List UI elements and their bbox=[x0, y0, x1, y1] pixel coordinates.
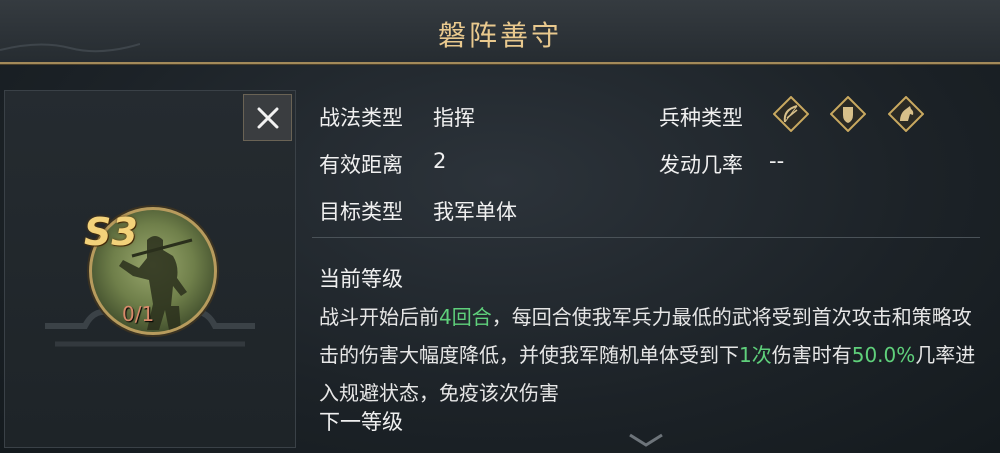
close-button[interactable] bbox=[243, 94, 292, 141]
title-bar: 磐阵善守 bbox=[0, 0, 1000, 64]
close-icon bbox=[257, 107, 278, 128]
tactic-type-label: 战法类型 bbox=[319, 106, 403, 130]
range-label: 有效距离 bbox=[319, 153, 403, 177]
tactic-type-value: 指挥 bbox=[433, 106, 475, 130]
shield-icon[interactable] bbox=[830, 96, 866, 132]
desc-highlight: 4回合 bbox=[439, 305, 492, 329]
desc-text: 战斗开始后前 bbox=[319, 305, 439, 329]
divider bbox=[312, 237, 980, 238]
desc-highlight: 1次 bbox=[739, 343, 772, 367]
range-value: 2 bbox=[433, 149, 447, 173]
target-type-label: 目标类型 bbox=[319, 200, 403, 224]
trigger-rate-value: -- bbox=[769, 149, 785, 173]
desc-highlight: 50.0% bbox=[851, 343, 916, 367]
skill-grade: S3 bbox=[84, 210, 138, 254]
desc-text: 伤害时有 bbox=[771, 343, 852, 367]
bow-icon[interactable] bbox=[773, 96, 809, 132]
skill-level: 0/1 bbox=[122, 302, 155, 326]
horse-icon[interactable] bbox=[888, 96, 924, 132]
trigger-rate-label: 发动几率 bbox=[659, 153, 743, 177]
next-level-label: 下一等级 bbox=[319, 410, 403, 434]
troop-type-label: 兵种类型 bbox=[659, 106, 743, 130]
scroll-down-icon[interactable] bbox=[628, 433, 664, 447]
current-level-label: 当前等级 bbox=[319, 267, 403, 291]
current-level-description: 战斗开始后前4回合，每回合使我军兵力最低的武将受到首次攻击和策略攻击的伤害大幅度… bbox=[319, 298, 979, 412]
target-type-value: 我军单体 bbox=[433, 200, 517, 224]
skill-title: 磐阵善守 bbox=[437, 19, 562, 52]
